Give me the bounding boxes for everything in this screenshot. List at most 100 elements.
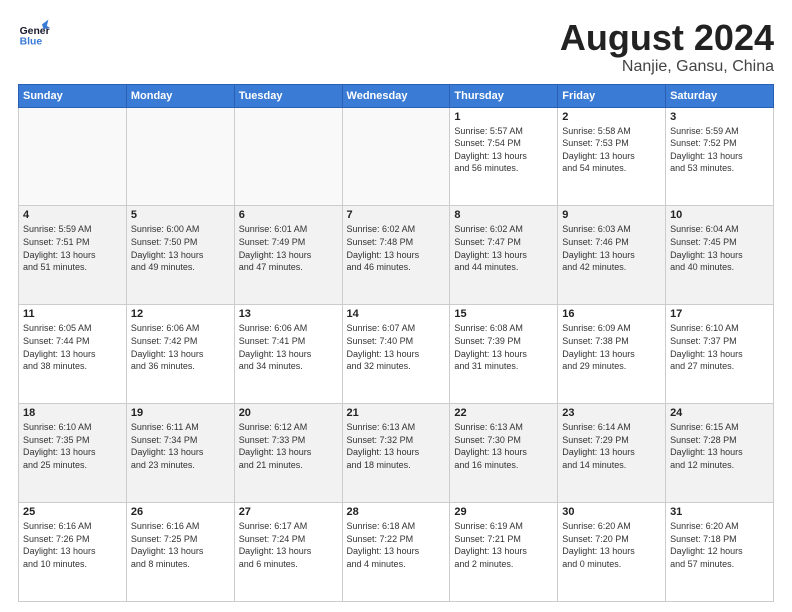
calendar-cell: 16 Sunrise: 6:09 AM Sunset: 7:38 PM Dayli… bbox=[558, 305, 666, 404]
day-info: Sunrise: 6:06 AM Sunset: 7:41 PM Dayligh… bbox=[239, 322, 338, 372]
col-wednesday: Wednesday bbox=[342, 84, 450, 107]
day-info: Sunrise: 6:03 AM Sunset: 7:46 PM Dayligh… bbox=[562, 223, 661, 273]
day-number: 26 bbox=[131, 506, 230, 518]
day-info: Sunrise: 6:19 AM Sunset: 7:21 PM Dayligh… bbox=[454, 520, 553, 570]
day-number: 5 bbox=[131, 209, 230, 221]
day-info: Sunrise: 6:09 AM Sunset: 7:38 PM Dayligh… bbox=[562, 322, 661, 372]
day-number: 13 bbox=[239, 308, 338, 320]
day-number: 30 bbox=[562, 506, 661, 518]
calendar-week-4: 25Sunrise: 6:16 AM Sunset: 7:26 PM Dayli… bbox=[19, 503, 774, 602]
calendar-week-3: 18 Sunrise: 6:10 AM Sunset: 7:35 PM Dayli… bbox=[19, 404, 774, 503]
day-number: 1 bbox=[454, 111, 553, 123]
day-info: Sunrise: 6:20 AM Sunset: 7:20 PM Dayligh… bbox=[562, 520, 661, 570]
calendar-cell: 12Sunrise: 6:06 AM Sunset: 7:42 PM Dayli… bbox=[126, 305, 234, 404]
header: General Blue August 2024 Nanjie, Gansu, … bbox=[18, 18, 774, 76]
day-number: 21 bbox=[347, 407, 446, 419]
day-number: 14 bbox=[347, 308, 446, 320]
logo-icon: General Blue bbox=[18, 18, 50, 50]
calendar-cell: 24 Sunrise: 6:15 AM Sunset: 7:28 PM Dayli… bbox=[666, 404, 774, 503]
day-info: Sunrise: 6:18 AM Sunset: 7:22 PM Dayligh… bbox=[347, 520, 446, 570]
calendar-cell: 31 Sunrise: 6:20 AM Sunset: 7:18 PM Dayli… bbox=[666, 503, 774, 602]
calendar-cell: 18 Sunrise: 6:10 AM Sunset: 7:35 PM Dayli… bbox=[19, 404, 127, 503]
calendar-cell: 21 Sunrise: 6:13 AM Sunset: 7:32 PM Dayli… bbox=[342, 404, 450, 503]
day-info: Sunrise: 6:05 AM Sunset: 7:44 PM Dayligh… bbox=[23, 322, 122, 372]
day-info: Sunrise: 6:07 AM Sunset: 7:40 PM Dayligh… bbox=[347, 322, 446, 372]
day-info: Sunrise: 5:58 AM Sunset: 7:53 PM Dayligh… bbox=[562, 125, 661, 175]
day-number: 8 bbox=[454, 209, 553, 221]
day-number: 16 bbox=[562, 308, 661, 320]
calendar-cell bbox=[234, 107, 342, 206]
day-number: 27 bbox=[239, 506, 338, 518]
day-info: Sunrise: 6:13 AM Sunset: 7:30 PM Dayligh… bbox=[454, 421, 553, 471]
day-info: Sunrise: 5:59 AM Sunset: 7:51 PM Dayligh… bbox=[23, 223, 122, 273]
calendar-cell: 30 Sunrise: 6:20 AM Sunset: 7:20 PM Dayli… bbox=[558, 503, 666, 602]
calendar-cell: 23 Sunrise: 6:14 AM Sunset: 7:29 PM Dayli… bbox=[558, 404, 666, 503]
day-info: Sunrise: 6:06 AM Sunset: 7:42 PM Dayligh… bbox=[131, 322, 230, 372]
calendar-cell: 15Sunrise: 6:08 AM Sunset: 7:39 PM Dayli… bbox=[450, 305, 558, 404]
calendar-week-0: 1 Sunrise: 5:57 AM Sunset: 7:54 PM Daylig… bbox=[19, 107, 774, 206]
day-info: Sunrise: 6:10 AM Sunset: 7:35 PM Dayligh… bbox=[23, 421, 122, 471]
calendar-cell: 8Sunrise: 6:02 AM Sunset: 7:47 PM Daylig… bbox=[450, 206, 558, 305]
day-info: Sunrise: 5:59 AM Sunset: 7:52 PM Dayligh… bbox=[670, 125, 769, 175]
page: General Blue August 2024 Nanjie, Gansu, … bbox=[0, 0, 792, 612]
col-sunday: Sunday bbox=[19, 84, 127, 107]
calendar-cell bbox=[19, 107, 127, 206]
day-info: Sunrise: 6:08 AM Sunset: 7:39 PM Dayligh… bbox=[454, 322, 553, 372]
day-number: 31 bbox=[670, 506, 769, 518]
calendar-table: Sunday Monday Tuesday Wednesday Thursday… bbox=[18, 84, 774, 602]
day-number: 25 bbox=[23, 506, 122, 518]
title-block: August 2024 Nanjie, Gansu, China bbox=[560, 18, 774, 76]
day-info: Sunrise: 6:15 AM Sunset: 7:28 PM Dayligh… bbox=[670, 421, 769, 471]
calendar-cell: 25Sunrise: 6:16 AM Sunset: 7:26 PM Dayli… bbox=[19, 503, 127, 602]
day-number: 28 bbox=[347, 506, 446, 518]
day-number: 17 bbox=[670, 308, 769, 320]
day-info: Sunrise: 6:01 AM Sunset: 7:49 PM Dayligh… bbox=[239, 223, 338, 273]
calendar-header-row: Sunday Monday Tuesday Wednesday Thursday… bbox=[19, 84, 774, 107]
calendar-cell bbox=[126, 107, 234, 206]
day-number: 7 bbox=[347, 209, 446, 221]
day-number: 2 bbox=[562, 111, 661, 123]
day-number: 11 bbox=[23, 308, 122, 320]
calendar-cell: 26 Sunrise: 6:16 AM Sunset: 7:25 PM Dayli… bbox=[126, 503, 234, 602]
day-number: 22 bbox=[454, 407, 553, 419]
calendar-cell: 17 Sunrise: 6:10 AM Sunset: 7:37 PM Dayli… bbox=[666, 305, 774, 404]
day-info: Sunrise: 6:13 AM Sunset: 7:32 PM Dayligh… bbox=[347, 421, 446, 471]
day-info: Sunrise: 6:20 AM Sunset: 7:18 PM Dayligh… bbox=[670, 520, 769, 570]
calendar-cell: 20Sunrise: 6:12 AM Sunset: 7:33 PM Dayli… bbox=[234, 404, 342, 503]
calendar-cell: 9 Sunrise: 6:03 AM Sunset: 7:46 PM Daylig… bbox=[558, 206, 666, 305]
day-number: 24 bbox=[670, 407, 769, 419]
day-number: 4 bbox=[23, 209, 122, 221]
calendar-cell: 7Sunrise: 6:02 AM Sunset: 7:48 PM Daylig… bbox=[342, 206, 450, 305]
calendar-cell: 22 Sunrise: 6:13 AM Sunset: 7:30 PM Dayli… bbox=[450, 404, 558, 503]
calendar-cell: 5 Sunrise: 6:00 AM Sunset: 7:50 PM Daylig… bbox=[126, 206, 234, 305]
calendar-cell: 4 Sunrise: 5:59 AM Sunset: 7:51 PM Daylig… bbox=[19, 206, 127, 305]
day-number: 18 bbox=[23, 407, 122, 419]
col-friday: Friday bbox=[558, 84, 666, 107]
col-tuesday: Tuesday bbox=[234, 84, 342, 107]
calendar-week-1: 4 Sunrise: 5:59 AM Sunset: 7:51 PM Daylig… bbox=[19, 206, 774, 305]
day-number: 23 bbox=[562, 407, 661, 419]
calendar-cell: 28 Sunrise: 6:18 AM Sunset: 7:22 PM Dayli… bbox=[342, 503, 450, 602]
logo: General Blue bbox=[18, 18, 50, 50]
calendar-cell: 6 Sunrise: 6:01 AM Sunset: 7:49 PM Daylig… bbox=[234, 206, 342, 305]
day-number: 6 bbox=[239, 209, 338, 221]
day-info: Sunrise: 6:11 AM Sunset: 7:34 PM Dayligh… bbox=[131, 421, 230, 471]
day-info: Sunrise: 6:14 AM Sunset: 7:29 PM Dayligh… bbox=[562, 421, 661, 471]
day-info: Sunrise: 6:16 AM Sunset: 7:25 PM Dayligh… bbox=[131, 520, 230, 570]
day-number: 3 bbox=[670, 111, 769, 123]
day-info: Sunrise: 6:00 AM Sunset: 7:50 PM Dayligh… bbox=[131, 223, 230, 273]
month-title: August 2024 bbox=[560, 18, 774, 58]
day-info: Sunrise: 6:10 AM Sunset: 7:37 PM Dayligh… bbox=[670, 322, 769, 372]
calendar-cell: 14 Sunrise: 6:07 AM Sunset: 7:40 PM Dayli… bbox=[342, 305, 450, 404]
day-info: Sunrise: 5:57 AM Sunset: 7:54 PM Dayligh… bbox=[454, 125, 553, 175]
day-info: Sunrise: 6:17 AM Sunset: 7:24 PM Dayligh… bbox=[239, 520, 338, 570]
calendar-week-2: 11 Sunrise: 6:05 AM Sunset: 7:44 PM Dayli… bbox=[19, 305, 774, 404]
col-saturday: Saturday bbox=[666, 84, 774, 107]
calendar-cell: 10Sunrise: 6:04 AM Sunset: 7:45 PM Dayli… bbox=[666, 206, 774, 305]
calendar-cell bbox=[342, 107, 450, 206]
calendar-cell: 13 Sunrise: 6:06 AM Sunset: 7:41 PM Dayli… bbox=[234, 305, 342, 404]
day-number: 9 bbox=[562, 209, 661, 221]
col-thursday: Thursday bbox=[450, 84, 558, 107]
day-number: 10 bbox=[670, 209, 769, 221]
day-info: Sunrise: 6:12 AM Sunset: 7:33 PM Dayligh… bbox=[239, 421, 338, 471]
